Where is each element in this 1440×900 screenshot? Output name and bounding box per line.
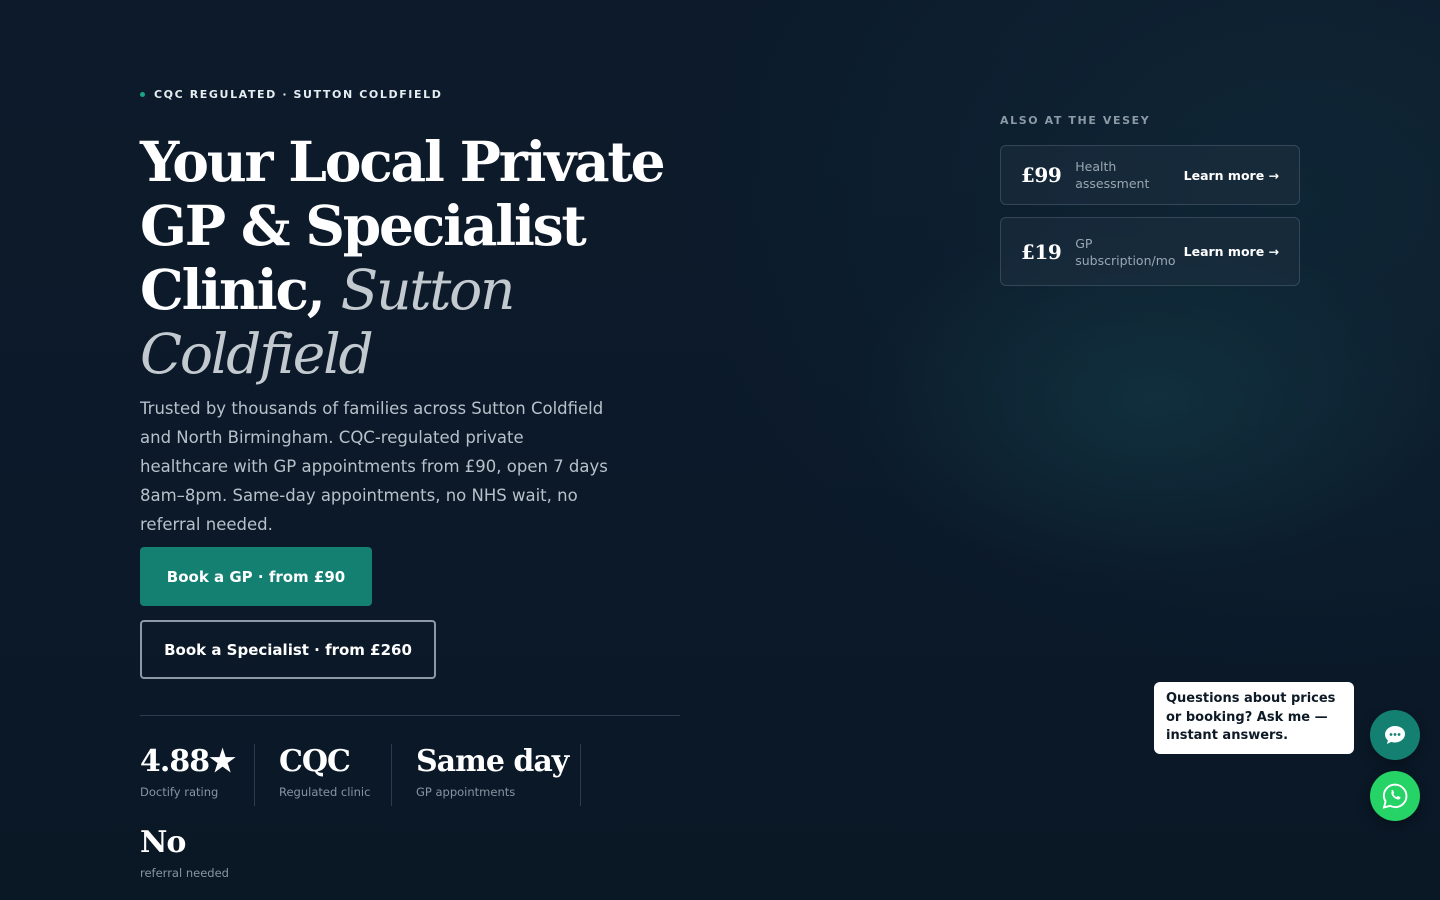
stat-value: 4.88★ [140,744,236,779]
health-assessment-card[interactable]: £99 Health assessment Learn more → [1000,145,1300,205]
stat-no-referral: No referral needed [140,825,229,880]
card-description: Health assessment [1075,159,1150,191]
hero-section: CQC REGULATED · SUTTON COLDFIELD Your Lo… [140,88,700,880]
stat-label: referral needed [140,866,229,880]
chat-dots-icon [1385,726,1405,744]
book-specialist-button[interactable]: Book a Specialist · from £260 [140,620,436,679]
also-at-vesey-panel: ALSO AT THE VESEY £99 Health assessment … [1000,114,1300,286]
book-gp-button[interactable]: Book a GP · from £90 [140,547,372,606]
stat-value: No [140,825,186,860]
card-price: £19 [1021,239,1062,264]
card-description: GP subscription/mo [1075,235,1176,268]
title-line-1: Your Local Private [140,129,666,194]
stat-label: Doctify rating [140,785,219,799]
chat-button[interactable] [1370,710,1420,760]
eyebrow: CQC REGULATED · SUTTON COLDFIELD [140,88,700,101]
eyebrow-text: CQC REGULATED · SUTTON COLDFIELD [154,88,443,101]
title-line-2: GP & Specialist [140,193,587,258]
chat-prompt-bubble[interactable]: Questions about prices or booking? Ask m… [1154,682,1354,754]
stat-value: CQC [279,744,351,779]
stat-value: Same day [416,744,569,779]
stat-label: Regulated clinic [279,785,371,799]
title-line-3: Clinic, [140,257,326,322]
title-accent-1: Sutton [340,258,516,322]
title-accent-2: Coldfield [140,322,374,386]
whatsapp-icon [1382,783,1408,809]
stat-separator [580,744,581,806]
divider [140,715,680,716]
stat-rating: 4.88★ Doctify rating [140,744,236,799]
status-dot-icon [140,92,145,97]
learn-more-link[interactable]: Learn more → [1184,244,1279,259]
stat-separator [391,744,392,806]
stat-same-day: Same day GP appointments [416,744,569,799]
stat-cqc: CQC Regulated clinic [279,744,370,799]
stat-label: GP appointments [416,785,516,799]
learn-more-link[interactable]: Learn more → [1184,168,1279,183]
whatsapp-button[interactable] [1370,771,1420,821]
hero-description: Trusted by thousands of families across … [140,399,608,534]
card-price: £99 [1021,163,1062,187]
stat-separator [254,744,255,806]
aside-title: ALSO AT THE VESEY [1000,114,1151,127]
page-title: Your Local Private GP & Specialist Clini… [140,129,700,387]
gp-subscription-card[interactable]: £19 GP subscription/mo Learn more → [1000,217,1300,286]
